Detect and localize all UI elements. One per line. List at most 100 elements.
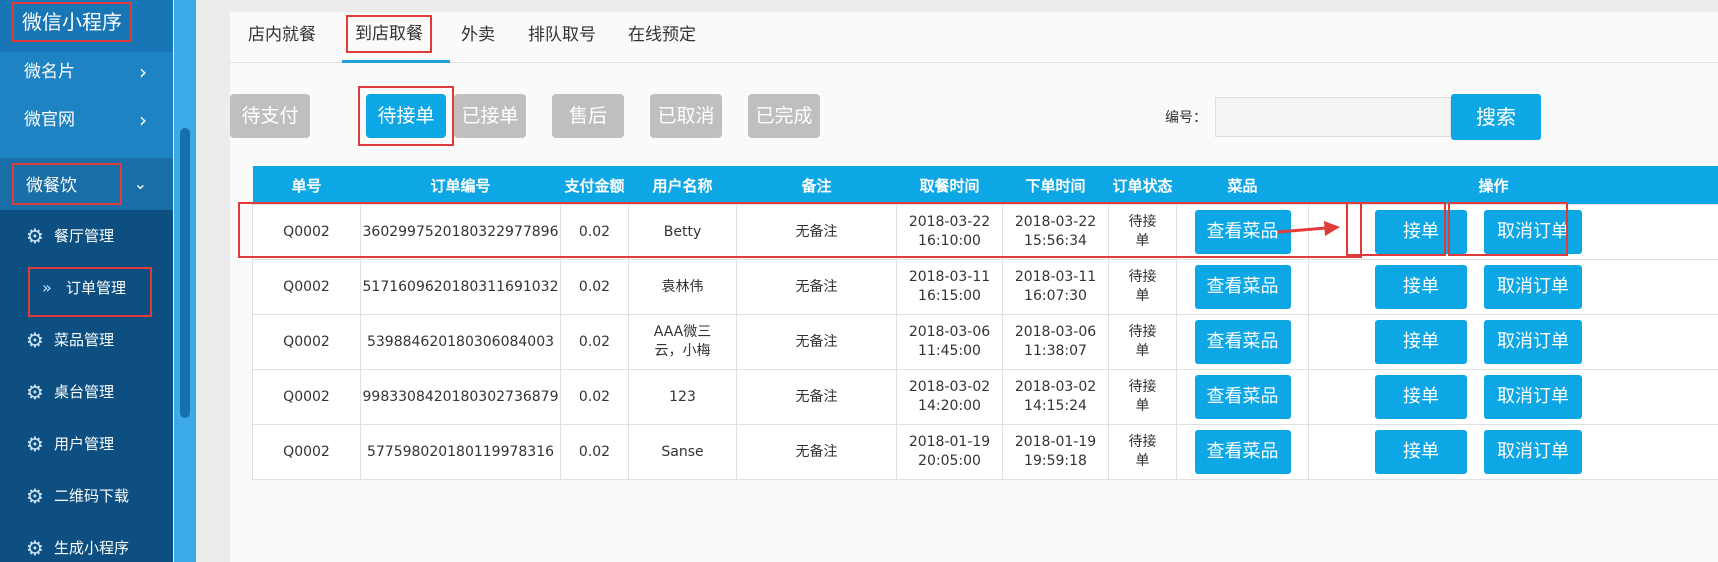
gear-icon: ⚙ xyxy=(26,432,44,456)
date: 2018-01-19 xyxy=(1014,434,1097,450)
submenu-item-orders[interactable]: » 订单管理 xyxy=(0,262,173,317)
highlight-frame xyxy=(1448,202,1568,256)
chevron-right-icon: › xyxy=(139,60,147,84)
cell-amount: 0.02 xyxy=(560,369,629,425)
cell-dishes: 查看菜品 xyxy=(1176,314,1309,370)
date: 2018-01-19 xyxy=(908,434,991,450)
filter-completed[interactable]: 已完成 xyxy=(748,94,820,138)
time: 14:15:24 xyxy=(1024,398,1087,414)
accept-order-button[interactable]: 接单 xyxy=(1375,265,1467,309)
col-header: 备注 xyxy=(736,166,897,205)
cell-amount: 0.02 xyxy=(560,259,629,315)
submenu-item-label: 菜品管理 xyxy=(54,331,115,349)
view-dishes-button[interactable]: 查看菜品 xyxy=(1194,265,1291,309)
sidebar-item-card[interactable]: 微名片 › xyxy=(0,46,173,98)
search-button[interactable]: 搜索 xyxy=(1451,94,1541,140)
cell-order-time: 2018-03-06 11:38:07 xyxy=(1002,314,1109,370)
sidebar-item-website[interactable]: 微官网 › xyxy=(0,94,173,146)
time: 14:20:00 xyxy=(918,398,981,414)
cell-dishes: 查看菜品 xyxy=(1176,369,1309,425)
tab-reservation[interactable]: 在线预定 xyxy=(626,12,698,60)
status-line: 待接 xyxy=(1128,324,1157,340)
search-label: 编号： xyxy=(1165,110,1207,126)
tab-active-indicator xyxy=(342,60,450,63)
double-chevron-right-icon: » xyxy=(42,278,52,297)
tab-queue[interactable]: 排队取号 xyxy=(526,12,598,60)
cancel-order-button[interactable]: 取消订单 xyxy=(1484,265,1582,309)
brand-bar: 微信小程序 xyxy=(0,0,173,52)
submenu-item-label: 订单管理 xyxy=(66,279,127,297)
view-dishes-button[interactable]: 查看菜品 xyxy=(1194,430,1291,474)
col-header: 操作 xyxy=(1308,166,1718,205)
cell-order-id: 9983308420180302736879 xyxy=(360,369,561,425)
filter-pending-payment[interactable]: 待支付 xyxy=(230,94,310,138)
col-header: 取餐时间 xyxy=(896,166,1003,205)
time: 16:15:00 xyxy=(918,288,981,304)
search-input[interactable] xyxy=(1215,97,1451,137)
col-header: 订单编号 xyxy=(360,166,561,205)
time: 11:45:00 xyxy=(918,343,981,359)
cancel-order-button[interactable]: 取消订单 xyxy=(1484,320,1582,364)
cell-actions: 接单 取消订单 xyxy=(1308,369,1718,425)
submenu: ⚙ 餐厅管理 » 订单管理 ⚙ 菜品管理 ⚙ 桌台管理 ⚙ 用户管理 ⚙ 二维码… xyxy=(0,210,173,562)
cell-order-time: 2018-01-19 19:59:18 xyxy=(1002,424,1109,480)
main-panel: 店内就餐 到店取餐 外卖 排队取号 在线预定 待支付 待接单 已接单 售后 已取… xyxy=(230,12,1718,562)
status-line: 待接 xyxy=(1128,269,1157,285)
filter-accepted[interactable]: 已接单 xyxy=(454,94,526,138)
filter-after-sales[interactable]: 售后 xyxy=(552,94,624,138)
filter-cancelled[interactable]: 已取消 xyxy=(650,94,722,138)
submenu-item-label: 二维码下载 xyxy=(54,487,130,505)
cell-dishes: 查看菜品 xyxy=(1176,424,1309,480)
gear-icon: ⚙ xyxy=(26,484,44,508)
cell-no: Q0002 xyxy=(252,259,361,315)
tab-dine-in[interactable]: 店内就餐 xyxy=(246,12,318,60)
cell-user: AAA微三云，小梅 xyxy=(628,314,737,370)
table-row: Q0002 9983308420180302736879 0.02 123 无备… xyxy=(252,369,1718,425)
accept-order-button[interactable]: 接单 xyxy=(1375,430,1467,474)
gear-icon: ⚙ xyxy=(26,328,44,352)
col-header: 支付金额 xyxy=(560,166,629,205)
col-header: 单号 xyxy=(252,166,361,205)
tab-takeout[interactable]: 外卖 xyxy=(458,12,498,60)
scrollbar-thumb[interactable] xyxy=(180,128,190,418)
cell-order-id: 539884620180306084003 xyxy=(360,314,561,370)
gear-icon: ⚙ xyxy=(26,536,44,560)
cell-actions: 接单 取消订单 xyxy=(1308,259,1718,315)
tab-bar: 店内就餐 到店取餐 外卖 排队取号 在线预定 xyxy=(230,12,1718,63)
date: 2018-03-06 xyxy=(908,324,991,340)
brand-title: 微信小程序 xyxy=(12,2,132,42)
cell-order-id: 577598020180119978316 xyxy=(360,424,561,480)
view-dishes-button[interactable]: 查看菜品 xyxy=(1194,320,1291,364)
submenu-item-qrcode[interactable]: ⚙ 二维码下载 xyxy=(0,470,173,522)
submenu-item-dishes[interactable]: ⚙ 菜品管理 xyxy=(0,314,173,366)
filter-pending-accept[interactable]: 待接单 xyxy=(366,94,446,138)
accept-order-button[interactable]: 接单 xyxy=(1375,320,1467,364)
submenu-item-restaurant[interactable]: ⚙ 餐厅管理 xyxy=(0,210,173,262)
table-row: Q0002 577598020180119978316 0.02 Sanse 无… xyxy=(252,424,1718,480)
sidebar-item-catering[interactable]: 微餐饮 ⌄ xyxy=(0,158,173,210)
cell-pickup-time: 2018-03-11 16:15:00 xyxy=(896,259,1003,315)
submenu-item-tables[interactable]: ⚙ 桌台管理 xyxy=(0,366,173,418)
time: 16:07:30 xyxy=(1024,288,1087,304)
date: 2018-03-11 xyxy=(908,269,991,285)
view-dishes-button[interactable]: 查看菜品 xyxy=(1194,375,1291,419)
accept-order-button[interactable]: 接单 xyxy=(1375,375,1467,419)
tab-pickup[interactable]: 到店取餐 xyxy=(346,15,432,53)
table-header: 单号 订单编号 支付金额 用户名称 备注 取餐时间 下单时间 订单状态 菜品 操… xyxy=(252,166,1718,205)
table-row: Q0002 539884620180306084003 0.02 AAA微三云，… xyxy=(252,314,1718,370)
cell-note: 无备注 xyxy=(736,424,897,480)
submenu-item-label: 用户管理 xyxy=(54,435,115,453)
submenu-item-generate[interactable]: ⚙ 生成小程序 xyxy=(0,522,173,562)
submenu-item-label: 生成小程序 xyxy=(54,539,130,557)
time: 11:38:07 xyxy=(1024,343,1087,359)
date: 2018-03-02 xyxy=(908,379,991,395)
cancel-order-button[interactable]: 取消订单 xyxy=(1484,430,1582,474)
sidebar-item-label: 微名片 xyxy=(24,62,75,82)
cell-note: 无备注 xyxy=(736,369,897,425)
col-header: 菜品 xyxy=(1176,166,1309,205)
cell-no: Q0002 xyxy=(252,424,361,480)
cancel-order-button[interactable]: 取消订单 xyxy=(1484,375,1582,419)
cell-pickup-time: 2018-01-19 20:05:00 xyxy=(896,424,1003,480)
submenu-item-users[interactable]: ⚙ 用户管理 xyxy=(0,418,173,470)
cell-status: 待接单 xyxy=(1108,314,1177,370)
